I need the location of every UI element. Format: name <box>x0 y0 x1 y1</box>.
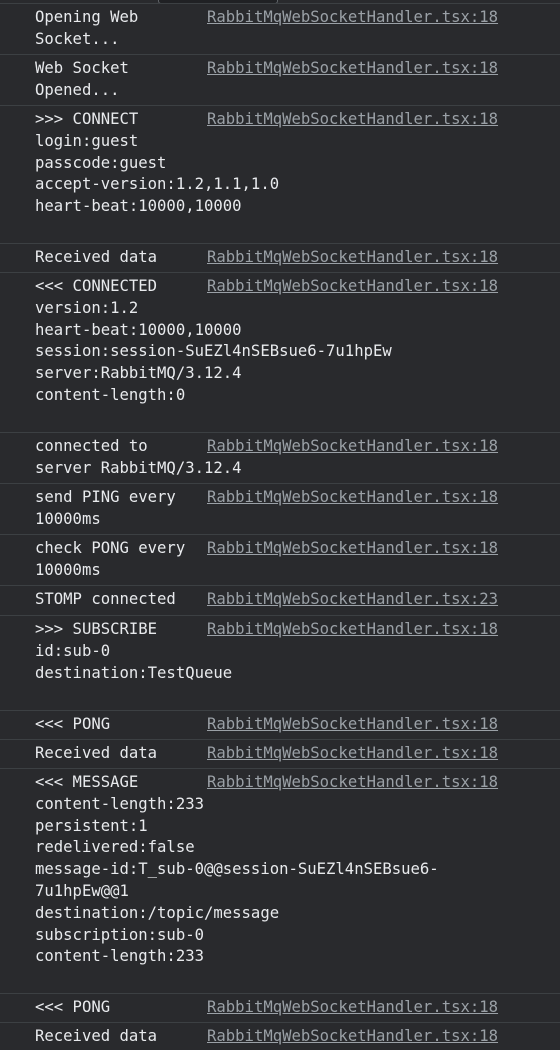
log-message: <<< PONG <box>35 715 111 733</box>
console-entry: Received data RabbitMqWebSocketHandler.t… <box>0 1022 560 1050</box>
console-entry: STOMP connected RabbitMqWebSocketHandler… <box>0 585 560 615</box>
source-link[interactable]: RabbitMqWebSocketHandler.tsx:18 <box>207 487 498 509</box>
source-link[interactable]: RabbitMqWebSocketHandler.tsx:18 <box>207 247 498 269</box>
console-entry: connected to server RabbitMQ/3.12.4 Rabb… <box>0 432 560 483</box>
console-entry: >>> SUBSCRIBE id:sub-0 destination:TestQ… <box>0 615 560 710</box>
source-link[interactable]: RabbitMqWebSocketHandler.tsx:18 <box>207 997 498 1019</box>
log-message: Received data <box>35 248 158 266</box>
source-link[interactable]: RabbitMqWebSocketHandler.tsx:18 <box>207 743 498 765</box>
console-entry: <<< PONG RabbitMqWebSocketHandler.tsx:18 <box>0 710 560 739</box>
log-message: Web Socket Opened... <box>35 59 129 99</box>
console-entry: send PING every 10000ms RabbitMqWebSocke… <box>0 483 560 534</box>
source-link[interactable]: RabbitMqWebSocketHandler.tsx:18 <box>207 58 498 80</box>
log-message: <<< MESSAGE content-length:233 persisten… <box>35 773 439 966</box>
source-link[interactable]: RabbitMqWebSocketHandler.tsx:18 <box>207 7 498 29</box>
console-entry: <<< CONNECTED version:1.2 heart-beat:100… <box>0 272 560 432</box>
console-entry: >>> CONNECT login:guest passcode:guest a… <box>0 105 560 243</box>
source-link[interactable]: RabbitMqWebSocketHandler.tsx:18 <box>207 772 498 794</box>
log-message: Opening Web Socket... <box>35 8 139 48</box>
console-entry: Web Socket Opened... RabbitMqWebSocketHa… <box>0 54 560 105</box>
log-message: >>> SUBSCRIBE id:sub-0 destination:TestQ… <box>35 620 233 682</box>
source-link[interactable]: RabbitMqWebSocketHandler.tsx:18 <box>207 619 498 641</box>
source-link[interactable]: RabbitMqWebSocketHandler.tsx:18 <box>207 436 498 458</box>
console-entry: check PONG every 10000ms RabbitMqWebSock… <box>0 534 560 585</box>
log-message: STOMP connected <box>35 590 176 608</box>
source-link[interactable]: RabbitMqWebSocketHandler.tsx:18 <box>207 714 498 736</box>
source-link[interactable]: RabbitMqWebSocketHandler.tsx:18 <box>207 276 498 298</box>
source-link[interactable]: RabbitMqWebSocketHandler.tsx:18 <box>207 1026 498 1048</box>
devtools-console: Opening Web Socket... RabbitMqWebSocketH… <box>0 0 560 1050</box>
console-entry: Received data RabbitMqWebSocketHandler.t… <box>0 739 560 768</box>
source-link[interactable]: RabbitMqWebSocketHandler.tsx:23 <box>207 589 498 611</box>
log-message: send PING every 10000ms <box>35 488 176 528</box>
console-entry: Opening Web Socket... RabbitMqWebSocketH… <box>0 3 560 54</box>
console-entry: <<< MESSAGE content-length:233 persisten… <box>0 768 560 993</box>
log-message: Received data <box>35 744 158 762</box>
console-entry: Received data RabbitMqWebSocketHandler.t… <box>0 243 560 272</box>
log-message: <<< PONG <box>35 998 111 1016</box>
console-entry: <<< PONG RabbitMqWebSocketHandler.tsx:18 <box>0 993 560 1022</box>
log-message: Received data <box>35 1027 158 1045</box>
log-message: check PONG every 10000ms <box>35 539 186 579</box>
source-link[interactable]: RabbitMqWebSocketHandler.tsx:18 <box>207 109 498 131</box>
source-link[interactable]: RabbitMqWebSocketHandler.tsx:18 <box>207 538 498 560</box>
